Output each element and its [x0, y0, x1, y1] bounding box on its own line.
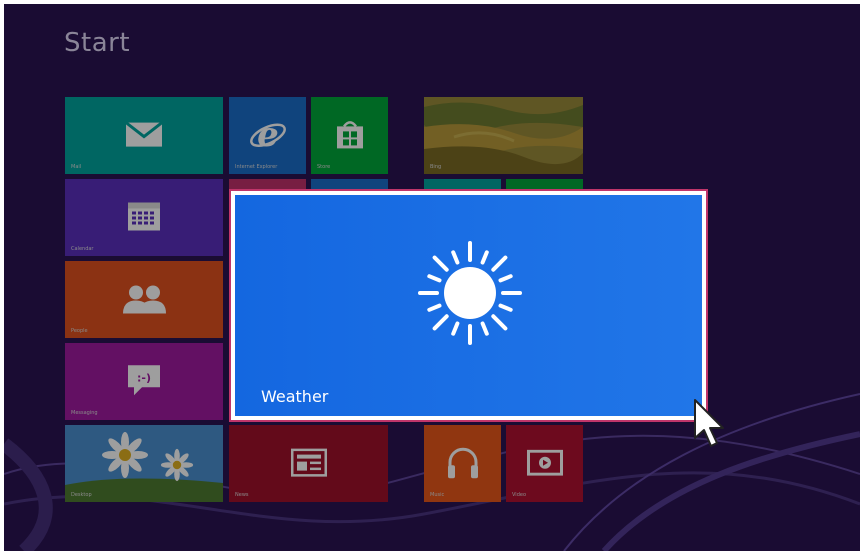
calendar-icon — [128, 202, 160, 230]
tile-internet-explorer-label: Internet Explorer — [235, 164, 278, 170]
tile-news-label: News — [235, 492, 249, 498]
sun-ray — [498, 303, 513, 312]
headphones-icon — [447, 447, 478, 478]
tile-people-label: People — [71, 328, 88, 334]
sun-ray — [451, 321, 460, 336]
tile-calendar[interactable]: Calendar — [65, 179, 223, 256]
messaging-icon: :-) — [128, 364, 160, 395]
sun-ray — [491, 255, 508, 272]
landscape-photo — [424, 97, 583, 174]
tile-video[interactable]: Video — [506, 425, 583, 502]
mouse-pointer-icon — [694, 399, 724, 447]
tile-messaging-label: Messaging — [71, 410, 98, 416]
sun-icon — [418, 241, 522, 345]
tile-desktop-label: Desktop — [71, 492, 92, 498]
sun-ray — [432, 314, 449, 331]
tile-bing[interactable]: Bing — [424, 97, 583, 174]
tile-desktop[interactable]: Desktop — [65, 425, 223, 502]
weather-tile-highlight[interactable]: Weather — [229, 189, 708, 422]
tile-mail[interactable]: Mail — [65, 97, 223, 174]
tile-weather[interactable]: Weather — [235, 195, 702, 416]
tile-music[interactable]: Music — [424, 425, 501, 502]
sun-ray — [491, 314, 508, 331]
tile-mail-label: Mail — [71, 164, 82, 170]
tile-video-label: Video — [512, 492, 527, 498]
tile-store-label: Store — [317, 164, 331, 170]
sun-ray — [498, 274, 513, 283]
internet-explorer-icon: e — [249, 116, 286, 152]
people-icon — [123, 285, 166, 313]
sun-ray — [480, 321, 489, 336]
sun-ray — [432, 255, 449, 272]
tile-news[interactable]: News — [229, 425, 388, 502]
mail-icon — [125, 120, 163, 147]
tile-internet-explorer[interactable]: e Internet Explorer — [229, 97, 306, 174]
tile-music-label: Music — [430, 492, 445, 498]
tile-bing-label: Bing — [430, 164, 442, 170]
sun-ray — [451, 250, 460, 265]
page-title: Start — [64, 28, 131, 58]
sun-ray — [427, 274, 442, 283]
start-screen: Start Mail e Internet Explorer Store Bin… — [4, 4, 860, 551]
news-icon — [290, 448, 327, 477]
sun-ray — [427, 303, 442, 312]
tile-people[interactable]: People — [65, 261, 223, 338]
store-icon — [336, 120, 363, 148]
sun-ray — [480, 250, 489, 265]
tile-store[interactable]: Store — [311, 97, 388, 174]
daisy-photo — [65, 425, 223, 502]
tile-calendar-label: Calendar — [71, 246, 94, 252]
tile-weather-label: Weather — [261, 387, 329, 406]
svg-text::-): :-) — [137, 371, 151, 384]
video-icon — [526, 449, 563, 476]
tile-messaging[interactable]: :-) Messaging — [65, 343, 223, 420]
